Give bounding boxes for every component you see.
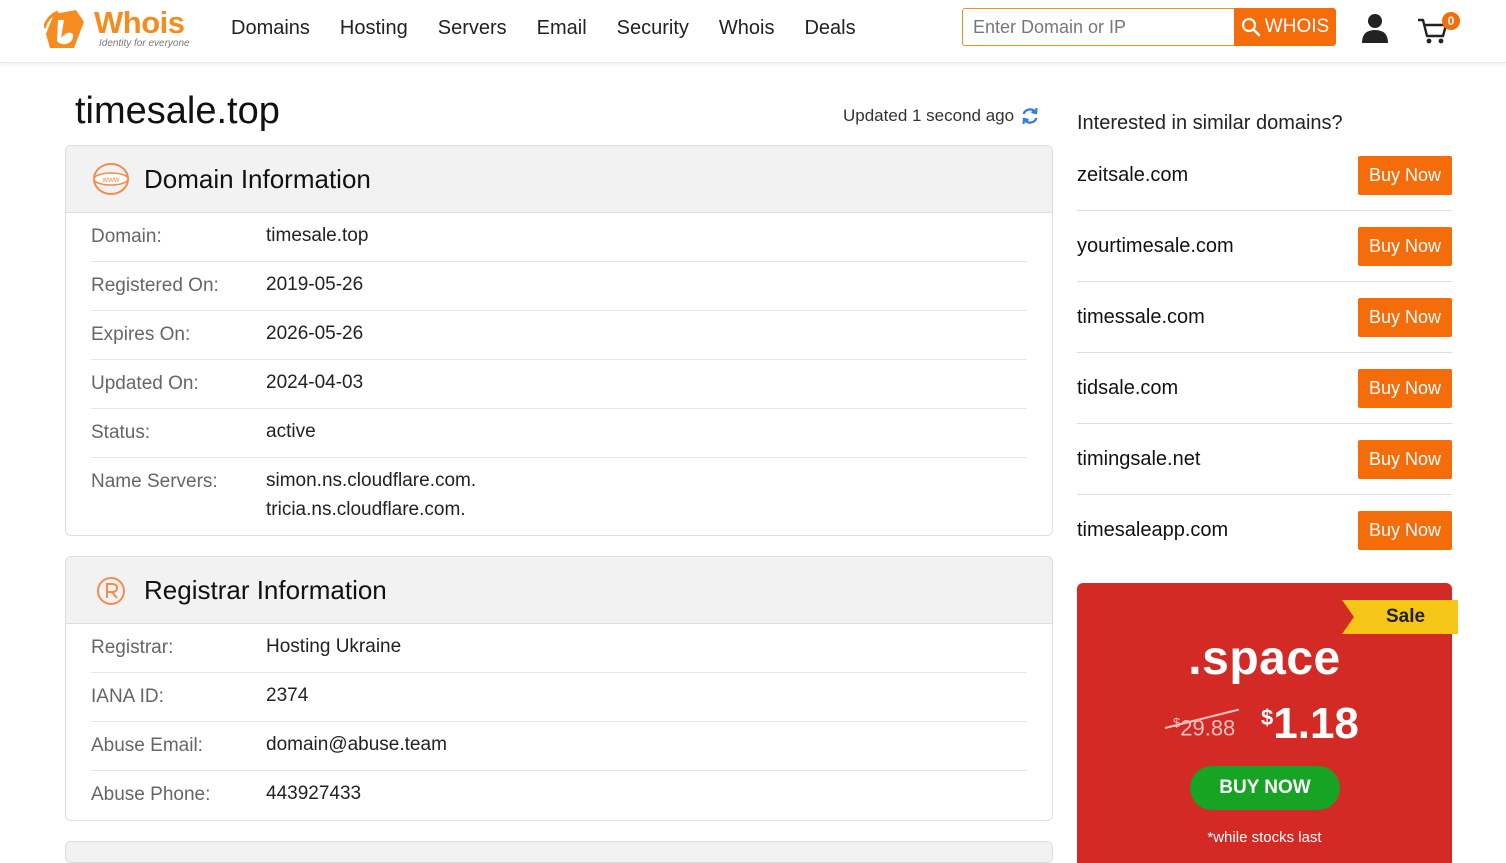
old-price: $29.88 <box>1173 715 1235 741</box>
row-value: timesale.top <box>266 225 369 246</box>
row-value: 443927433 <box>266 783 362 804</box>
logo-tagline: Identity for everyone <box>99 38 190 49</box>
similar-domain-name: timesaleapp.com <box>1077 519 1229 541</box>
top-navigation-bar: Whois Identity for everyone Domains Host… <box>0 0 1506 63</box>
row-value: simon.ns.cloudflare.com. tricia.ns.cloud… <box>266 466 476 524</box>
row-value: 2019-05-26 <box>266 274 364 295</box>
similar-domain-item: timesaleapp.com Buy Now <box>1077 511 1452 565</box>
similar-domain-name: timingsale.net <box>1077 448 1201 470</box>
promo-buy-now-button[interactable]: BUY NOW <box>1190 766 1340 810</box>
row-label: Updated On: <box>91 373 199 394</box>
cart-button[interactable]: 0 <box>1416 12 1460 46</box>
similar-domains-title: Interested in similar domains? <box>1077 112 1343 134</box>
info-row-name-servers: Name Servers: simon.ns.cloudflare.com. t… <box>91 458 1027 534</box>
page-title: timesale.top <box>75 90 280 132</box>
name-server-1: simon.ns.cloudflare.com. <box>266 470 477 491</box>
name-server-2: tricia.ns.cloudflare.com. <box>266 499 466 520</box>
row-label: Domain: <box>91 226 162 247</box>
updated-text: Updated 1 second ago <box>843 106 1015 125</box>
similar-domain-item: timingsale.net Buy Now <box>1077 440 1452 495</box>
row-value: domain@abuse.team <box>266 734 447 755</box>
similar-domain-name: yourtimesale.com <box>1077 235 1234 257</box>
domain-information-header: www Domain Information <box>66 146 1052 213</box>
whois-search-button[interactable]: WHOIS <box>1234 8 1336 46</box>
info-row-status: Status: active <box>91 409 1027 458</box>
row-label: Name Servers: <box>91 471 218 492</box>
similar-domain-item: yourtimesale.com Buy Now <box>1077 227 1452 282</box>
row-label: Status: <box>91 422 151 443</box>
row-value: active <box>266 421 316 442</box>
row-value: Hosting Ukraine <box>266 636 402 657</box>
registrar-information-header: Registrar Information <box>66 557 1052 624</box>
refresh-icon[interactable] <box>1020 106 1040 126</box>
sale-ribbon-label: Sale <box>1386 606 1426 627</box>
nav-security[interactable]: Security <box>602 0 704 56</box>
row-label: Registrar: <box>91 637 174 658</box>
main-nav: Domains Hosting Servers Email Security W… <box>216 0 871 56</box>
nav-deals[interactable]: Deals <box>789 0 870 56</box>
nav-domains[interactable]: Domains <box>216 0 325 56</box>
similar-domain-name: tidsale.com <box>1077 377 1179 399</box>
old-price-value: 29.88 <box>1180 715 1236 741</box>
row-label: Expires On: <box>91 324 191 345</box>
info-row-iana-id: IANA ID: 2374 <box>91 673 1027 722</box>
info-row-abuse-phone: Abuse Phone: 443927433 <box>91 771 1027 819</box>
logo-text: Whois <box>94 5 185 40</box>
promo-tld: .space <box>1188 632 1341 685</box>
updated-status: Updated 1 second ago <box>843 106 1040 126</box>
logo-mark-icon <box>44 10 84 48</box>
row-value: 2026-05-26 <box>266 323 364 344</box>
domain-information-title: Domain Information <box>144 164 371 194</box>
registrar-information-title: Registrar Information <box>144 575 387 605</box>
new-price-currency: $ <box>1261 705 1274 730</box>
promo-note: *while stocks last <box>1207 829 1322 846</box>
similar-domain-item: tidsale.com Buy Now <box>1077 369 1452 424</box>
buy-now-button[interactable]: Buy Now <box>1358 227 1452 266</box>
buy-now-button[interactable]: Buy Now <box>1358 156 1452 195</box>
info-row-updated: Updated On: 2024-04-03 <box>91 360 1027 409</box>
domain-information-card: www Domain Information Domain: timesale.… <box>65 145 1053 536</box>
registered-trademark-icon <box>97 577 125 605</box>
similar-domain-item: timessale.com Buy Now <box>1077 298 1452 353</box>
whois-logo[interactable]: Whois Identity for everyone <box>44 6 204 52</box>
nav-whois[interactable]: Whois <box>704 0 790 56</box>
row-label: Abuse Email: <box>91 735 203 756</box>
info-row-expires: Expires On: 2026-05-26 <box>91 311 1027 360</box>
user-account-icon[interactable] <box>1360 12 1390 44</box>
row-label: IANA ID: <box>91 686 164 707</box>
similar-domain-item: zeitsale.com Buy Now <box>1077 156 1452 211</box>
row-value: 2024-04-03 <box>266 372 364 393</box>
similar-domain-name: timessale.com <box>1077 306 1205 328</box>
info-row-domain: Domain: timesale.top <box>91 213 1027 262</box>
row-value: 2374 <box>266 685 309 706</box>
nav-email[interactable]: Email <box>522 0 602 56</box>
buy-now-button[interactable]: Buy Now <box>1358 298 1452 337</box>
whois-search-label: WHOIS <box>1264 16 1330 37</box>
info-row-registered: Registered On: 2019-05-26 <box>91 262 1027 311</box>
similar-domain-name: zeitsale.com <box>1077 164 1189 186</box>
svg-text:www: www <box>101 175 120 184</box>
nav-servers[interactable]: Servers <box>423 0 522 56</box>
new-price: $1.18 <box>1261 699 1359 749</box>
info-row-registrar: Registrar: Hosting Ukraine <box>91 624 1027 673</box>
search-icon <box>1241 17 1260 37</box>
buy-now-button[interactable]: Buy Now <box>1358 511 1452 550</box>
search-form: WHOIS <box>962 8 1336 46</box>
info-row-abuse-email: Abuse Email: domain@abuse.team <box>91 722 1027 771</box>
search-input[interactable] <box>962 8 1234 46</box>
row-label: Registered On: <box>91 275 219 296</box>
cart-count-badge: 0 <box>1442 12 1460 30</box>
buy-now-button[interactable]: Buy Now <box>1358 440 1452 479</box>
row-label: Abuse Phone: <box>91 784 211 805</box>
next-card-edge <box>65 841 1053 863</box>
new-price-value: 1.18 <box>1273 699 1359 748</box>
buy-now-button[interactable]: Buy Now <box>1358 369 1452 408</box>
nav-hosting[interactable]: Hosting <box>325 0 423 56</box>
registrar-information-card: Registrar Information Registrar: Hosting… <box>65 556 1053 821</box>
www-globe-icon: www <box>93 163 129 195</box>
